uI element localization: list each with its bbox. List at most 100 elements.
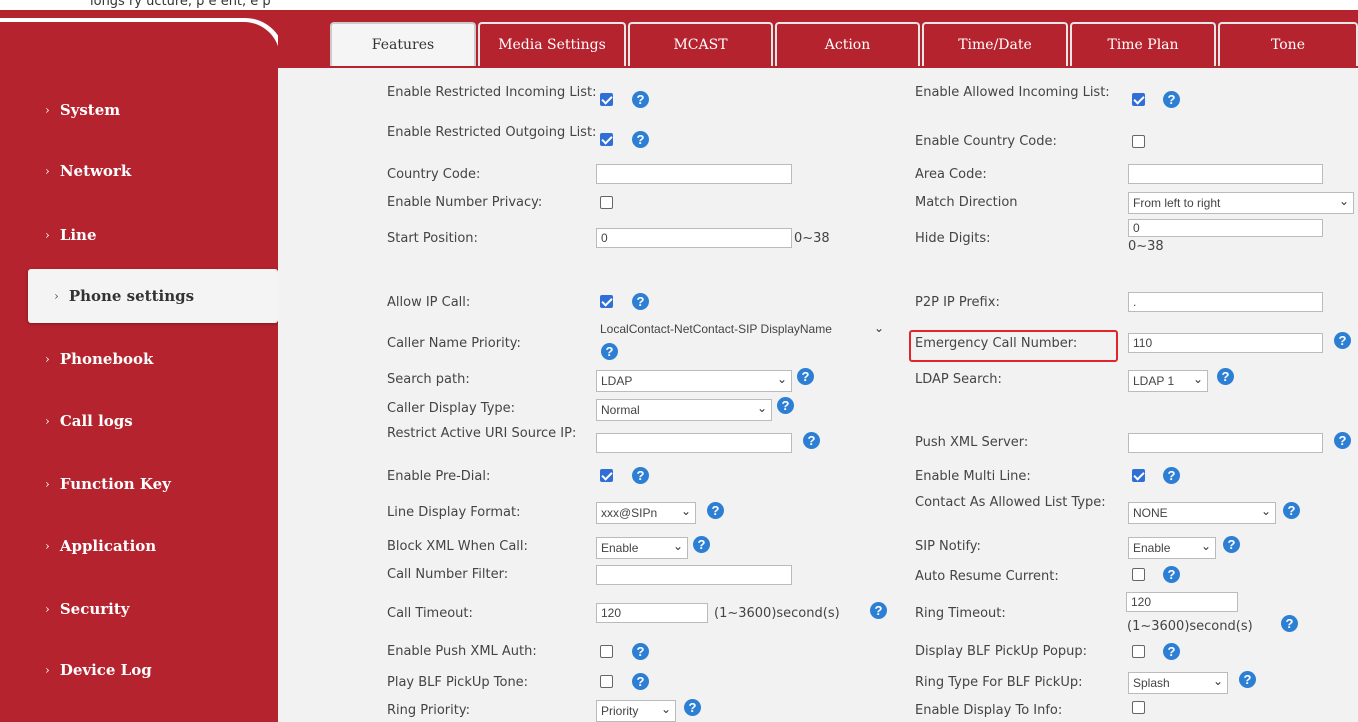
label-area-code: Area Code: — [915, 167, 987, 182]
checkbox-allow-ip-call[interactable] — [600, 295, 613, 308]
checkbox-enable-country-code[interactable] — [1132, 135, 1145, 148]
checkbox-blf-popup[interactable] — [1132, 645, 1145, 658]
help-icon[interactable]: ? — [1334, 432, 1351, 449]
country-code-input[interactable] — [596, 164, 792, 184]
checkbox-allowed-incoming[interactable] — [1132, 93, 1145, 106]
sidebar-item-phonebook[interactable]: › Phonebook — [0, 334, 278, 384]
label-restrict-uri: Restrict Active URI Source IP: — [387, 426, 577, 441]
p2p-prefix-input[interactable]: . — [1128, 292, 1323, 312]
checkbox-display-to-info[interactable] — [1132, 701, 1145, 714]
tab-features[interactable]: Features — [330, 22, 476, 66]
checkbox-push-xml-auth[interactable] — [600, 645, 613, 658]
tab-time-date[interactable]: Time/Date — [922, 22, 1068, 66]
area-code-input[interactable] — [1128, 164, 1323, 184]
sidebar-item-label: Call logs — [59, 412, 133, 430]
call-number-filter-input[interactable] — [596, 565, 792, 585]
emergency-call-number-input[interactable]: 110 — [1128, 333, 1323, 353]
line-display-format-select[interactable]: xxx@SIPn ⌄ — [596, 502, 696, 524]
ring-timeout-input[interactable]: 120 — [1126, 592, 1238, 612]
top-caption-text: longs ry ucture, p e ent, e p — [90, 0, 271, 9]
sidebar-item-line[interactable]: › Line — [0, 210, 278, 260]
block-xml-value: Enable — [601, 541, 639, 555]
help-icon[interactable]: ? — [1334, 332, 1351, 349]
start-position-input[interactable]: 0 — [596, 228, 792, 248]
restrict-uri-input[interactable] — [596, 433, 792, 453]
help-icon[interactable]: ? — [1283, 502, 1300, 519]
chevron-down-icon: ⌄ — [1338, 194, 1349, 208]
help-icon[interactable]: ? — [707, 502, 724, 519]
chevron-right-icon: › — [45, 414, 50, 428]
sidebar-item-security[interactable]: › Security — [0, 584, 278, 634]
help-icon[interactable]: ? — [1217, 368, 1234, 385]
help-icon[interactable]: ? — [1163, 643, 1180, 660]
match-direction-value: From left to right — [1133, 196, 1221, 210]
help-icon[interactable]: ? — [1163, 91, 1180, 108]
sip-notify-select[interactable]: Enable ⌄ — [1128, 537, 1216, 559]
ldap-search-select[interactable]: LDAP 1 ⌄ — [1128, 370, 1208, 392]
sidebar-item-function-key[interactable]: › Function Key — [0, 459, 278, 509]
help-icon[interactable]: ? — [601, 343, 618, 360]
sidebar-item-device-log[interactable]: › Device Log — [0, 645, 278, 695]
help-icon[interactable]: ? — [1163, 566, 1180, 583]
sidebar-item-application[interactable]: › Application — [0, 521, 278, 571]
hide-digits-input[interactable]: 0 — [1128, 219, 1323, 237]
caller-display-type-select[interactable]: Normal ⌄ — [596, 399, 772, 421]
chevron-down-icon: ⌄ — [680, 504, 691, 518]
search-path-select[interactable]: LDAP ⌄ — [596, 370, 792, 392]
help-icon[interactable]: ? — [1239, 671, 1256, 688]
help-icon[interactable]: ? — [632, 673, 649, 690]
help-icon[interactable]: ? — [803, 432, 820, 449]
tab-media-settings[interactable]: Media Settings — [478, 22, 626, 66]
hide-digits-range: 0~38 — [1128, 239, 1164, 254]
help-icon[interactable]: ? — [777, 397, 794, 414]
chevron-right-icon: › — [45, 228, 50, 242]
help-icon[interactable]: ? — [632, 643, 649, 660]
sidebar-item-system[interactable]: › System — [0, 85, 278, 135]
checkbox-auto-resume[interactable] — [1132, 568, 1145, 581]
label-blf-tone: Play BLF PickUp Tone: — [387, 675, 529, 690]
caller-name-priority-select[interactable]: LocalContact-NetContact-SIP DisplayName ⌄ — [596, 320, 888, 340]
caller-name-priority-value: LocalContact-NetContact-SIP DisplayName — [600, 322, 832, 336]
label-search-path: Search path: — [387, 372, 470, 387]
help-icon[interactable]: ? — [632, 293, 649, 310]
push-xml-server-input[interactable] — [1128, 433, 1323, 453]
match-direction-select[interactable]: From left to right ⌄ — [1128, 192, 1354, 214]
checkbox-pre-dial[interactable] — [600, 469, 613, 482]
checkbox-number-privacy[interactable] — [600, 196, 613, 209]
label-ldap-search: LDAP Search: — [915, 372, 1002, 387]
help-icon[interactable]: ? — [632, 91, 649, 108]
top-caption: longs ry ucture, p e ent, e p — [0, 0, 1358, 10]
tab-tone[interactable]: Tone — [1218, 22, 1358, 66]
help-icon[interactable]: ? — [1223, 536, 1240, 553]
checkbox-restricted-outgoing[interactable] — [600, 133, 613, 146]
checkbox-restricted-incoming[interactable] — [600, 93, 613, 106]
help-icon[interactable]: ? — [1163, 467, 1180, 484]
help-icon[interactable]: ? — [632, 131, 649, 148]
sidebar-item-call-logs[interactable]: › Call logs — [0, 396, 278, 446]
sidebar-item-phone-settings[interactable]: › Phone settings — [28, 269, 278, 323]
tab-time-plan[interactable]: Time Plan — [1070, 22, 1216, 66]
help-icon[interactable]: ? — [1281, 615, 1298, 632]
chevron-right-icon: › — [45, 539, 50, 553]
checkbox-blf-tone[interactable] — [600, 675, 613, 688]
ring-type-blf-select[interactable]: Splash ⌄ — [1128, 672, 1228, 694]
help-icon[interactable]: ? — [684, 699, 701, 716]
chevron-down-icon: ⌄ — [873, 321, 884, 335]
checkbox-multi-line[interactable] — [1132, 469, 1145, 482]
help-icon[interactable]: ? — [693, 536, 710, 553]
help-icon[interactable]: ? — [797, 368, 814, 385]
chevron-down-icon: ⌄ — [776, 372, 787, 386]
tab-mcast[interactable]: MCAST — [628, 22, 773, 66]
ring-priority-select[interactable]: Priority ⌄ — [596, 700, 676, 722]
help-icon[interactable]: ? — [870, 602, 887, 619]
ring-type-blf-value: Splash — [1133, 676, 1170, 690]
call-timeout-input[interactable]: 120 — [596, 603, 708, 623]
contact-allowed-type-value: NONE — [1133, 506, 1168, 520]
sidebar-header-inner — [0, 22, 280, 68]
sidebar-item-network[interactable]: › Network — [0, 146, 278, 196]
tab-action[interactable]: Action — [775, 22, 920, 66]
label-enable-country-code: Enable Country Code: — [915, 134, 1057, 149]
contact-allowed-type-select[interactable]: NONE ⌄ — [1128, 502, 1276, 524]
help-icon[interactable]: ? — [632, 467, 649, 484]
block-xml-select[interactable]: Enable ⌄ — [596, 537, 688, 559]
